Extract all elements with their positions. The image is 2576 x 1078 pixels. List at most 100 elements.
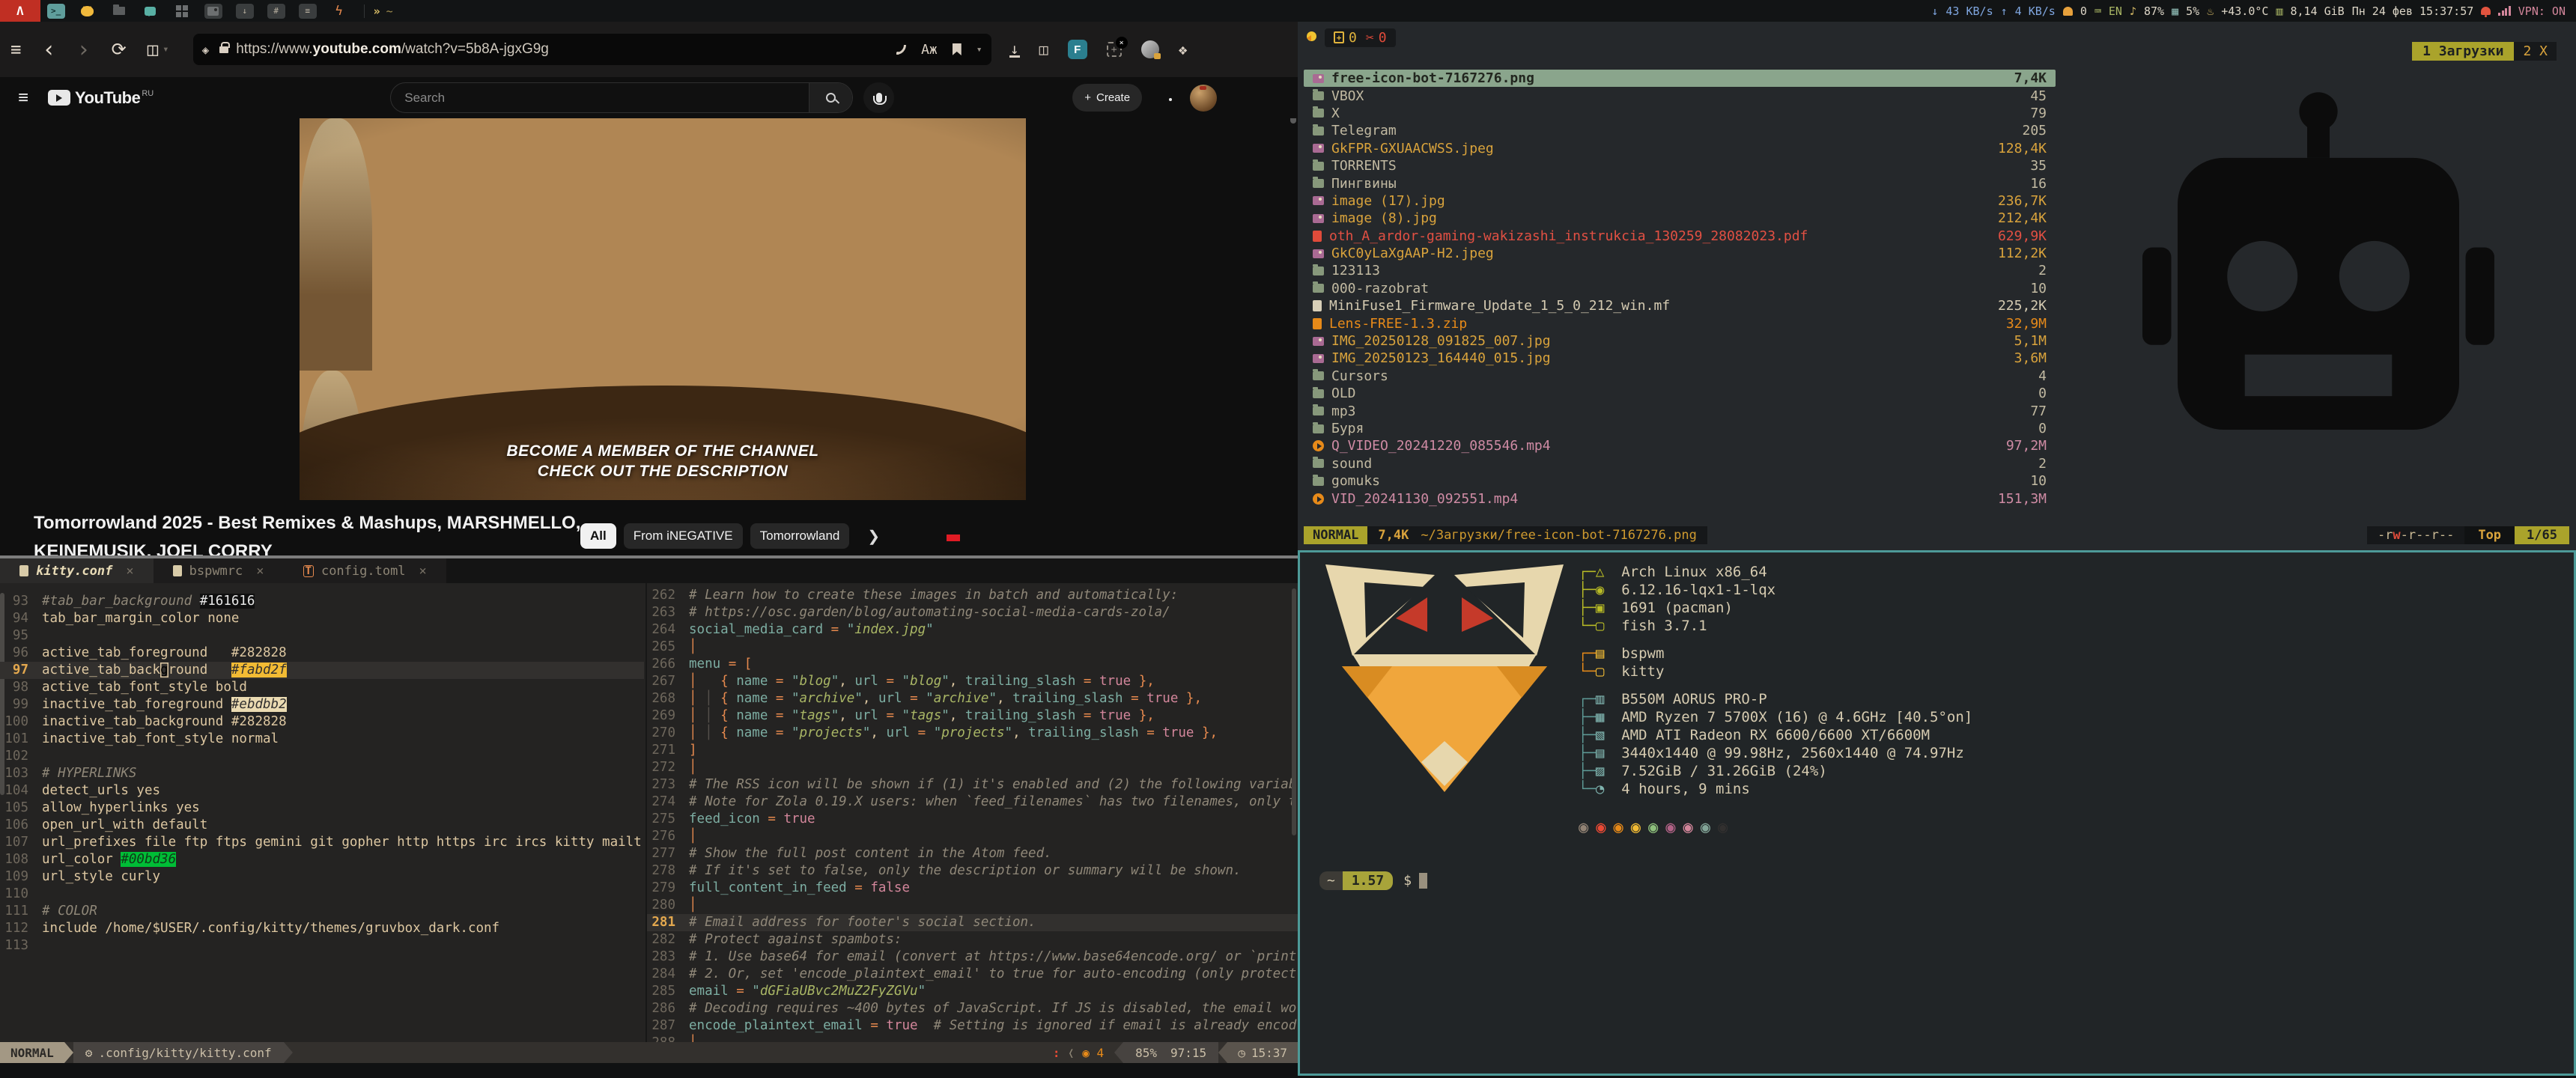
editor-line: 99inactive_tab_foreground #ebdbb2 [0,696,644,713]
video-player[interactable]: BECOME A MEMBER OF THE CHANNEL CHECK OUT… [300,118,1026,500]
chips-more-icon[interactable]: ❯ [867,523,880,549]
close-icon[interactable]: × [126,564,133,579]
volume-icon[interactable]: ♪ [2130,4,2136,18]
workspace-cat-icon[interactable] [79,4,97,19]
file-row[interactable]: TORRENTS35 [1304,157,2056,174]
filter-chip[interactable]: From iNEGATIVE [624,523,743,549]
file-row[interactable]: GkC0yLaXgAAP-H2.jpeg112,2K [1304,245,2056,262]
file-row[interactable]: gomuks10 [1304,472,2056,490]
file-row[interactable]: Q_VIDEO_20241220_085546.mp497,2M [1304,437,2056,454]
reader-icon[interactable]: ◫ [1039,40,1048,58]
workspace-chat-icon[interactable] [142,4,160,19]
close-icon[interactable]: × [419,564,427,579]
file-row[interactable]: oth_A_ardor-gaming-wakizashi_instrukcia_… [1304,228,2056,245]
file-row[interactable]: 1231132 [1304,262,2056,279]
forward-icon[interactable]: › [77,37,91,63]
yt-guide-hamburger-icon[interactable]: ≡ [18,88,28,109]
fox-ascii-art [1321,564,1568,797]
editor-line: 273# The RSS icon will be shown if (1) i… [647,776,1298,794]
editor-line: 276│ [647,828,1298,845]
keyboard-layout[interactable]: EN [2109,4,2122,18]
workspace-download-icon[interactable]: ↓ [236,4,254,19]
filter-chip[interactable]: Tomorrowland [750,523,850,549]
youtube-logo-icon[interactable] [48,90,70,106]
file-row[interactable]: image (17).jpg236,7K [1304,192,2056,210]
editor-pane-config-toml[interactable]: 262# Learn how to create these images in… [645,583,1298,1042]
palette-dot: ◉ [1614,818,1631,837]
url-bar[interactable]: ◈ https://www.youtube.com/watch?v=5b8A-j… [193,34,991,65]
search-bar[interactable] [390,82,853,113]
file-row[interactable]: 000-razobrat10 [1304,280,2056,297]
screenshot-icon[interactable]: +× [1107,42,1122,57]
file-row[interactable]: Буря0 [1304,420,2056,437]
editor-line: 286# Decoding requires ~400 bytes of Jav… [647,1000,1298,1017]
file-row[interactable]: IMG_20250123_164440_015.jpg3,6M [1304,350,2056,367]
sidebar-caret-icon[interactable]: ▾ [162,43,168,55]
yazi-tab-2[interactable]: 2 X [2514,42,2557,61]
tab-kitty.conf[interactable]: kitty.conf × [0,558,154,583]
vpn-status[interactable]: VPN: ON [2518,4,2566,18]
file-row[interactable]: IMG_20250128_091825_007.jpg5,1M [1304,332,2056,350]
reload-icon[interactable]: ⟳ [112,39,127,60]
file-row[interactable]: image (8).jpg212,4K [1304,210,2056,227]
browser-menu-icon[interactable]: ≡ [10,39,21,60]
translate-icon[interactable]: Aж [921,42,938,58]
proxy-globe-icon[interactable] [1141,40,1159,58]
flag-extension-icon[interactable]: F [1068,40,1087,59]
create-button[interactable]: + Create [1072,84,1142,112]
line-number: 273 [647,776,689,794]
filter-chip[interactable]: All [580,523,616,549]
workspace-list-icon[interactable]: ≡ [299,4,317,19]
file-row[interactable]: OLD0 [1304,385,2056,402]
bookmark-icon[interactable] [953,43,962,55]
file-row[interactable]: Lens-FREE-1.3.zip32,9M [1304,314,2056,332]
file-row[interactable]: GkFPR-GXUAACWSS.jpeg128,4K [1304,140,2056,157]
editor-pane-kitty-conf[interactable]: 93#tab_bar_background #16161694tab_bar_m… [0,583,644,1042]
arch-menu-button[interactable]: Λ [0,0,40,22]
gear-icon: ⚙ [85,1046,93,1060]
activity-pulse-icon[interactable]: ϟ [330,4,348,19]
workspace-windows-icon[interactable] [173,4,191,19]
lock-icon[interactable] [219,46,228,53]
file-row[interactable]: VID_20241130_092551.mp4151,3M [1304,490,2056,507]
extensions-puzzle-icon[interactable]: ❖ [1179,40,1188,58]
tab-config.toml[interactable]: Tconfig.toml× [284,558,446,583]
palette-dot: ◉ [1631,818,1648,837]
file-row[interactable]: VBOX45 [1304,87,2056,104]
voice-search-button[interactable] [863,82,894,113]
workspace-hash-icon[interactable]: # [267,4,285,19]
file-row[interactable]: X79 [1304,105,2056,122]
youtube-logo-text[interactable]: YouTube [75,88,140,108]
page-url[interactable]: https://www.youtube.com/watch?v=5b8A-jgx… [236,41,549,58]
file-row[interactable]: sound2 [1304,455,2056,472]
file-row[interactable]: mp377 [1304,402,2056,419]
file-row[interactable]: free-icon-bot-7167276.png7,4K [1304,70,2056,87]
tab-bspwmrc[interactable]: bspwmrc× [154,558,284,583]
avatar[interactable] [1190,85,1217,112]
workspace-terminal-icon[interactable]: >_ [47,4,65,19]
search-button[interactable] [809,83,852,112]
workspace-image-icon[interactable] [204,4,222,19]
close-icon[interactable]: × [256,564,264,579]
notification-bell-icon[interactable] [2481,7,2491,15]
workspace-files-icon[interactable] [110,4,128,19]
rss-icon[interactable] [896,45,906,55]
ram-icon: ▥ [2276,4,2282,18]
shield-icon[interactable]: ◈ [202,43,210,57]
sidebar-icon[interactable]: ◫ [148,39,158,60]
clock-text[interactable]: Пн 24 фев 15:37:57 [2352,4,2474,18]
file-row[interactable]: Cursors4 [1304,368,2056,385]
back-icon[interactable]: ‹ [42,37,55,63]
file-row[interactable]: Пингвины16 [1304,174,2056,192]
statusline-separator [1114,1042,1123,1063]
tab-label: kitty.conf [36,564,112,579]
file-row[interactable]: MiniFuse1_Firmware_Update_1_5_0_212_win.… [1304,297,2056,314]
bookmark-caret-icon[interactable]: ▾ [976,44,982,55]
ghost-count: 0 [2080,4,2087,18]
search-input[interactable] [391,91,809,106]
toml-icon: T [303,565,314,577]
file-row[interactable]: Telegram205 [1304,122,2056,139]
yazi-tab-downloads[interactable]: 1 Загрузки [2412,42,2514,61]
downloads-icon[interactable]: ↓ [1009,42,1020,58]
editor-right-scrollbar[interactable] [1292,588,1296,835]
